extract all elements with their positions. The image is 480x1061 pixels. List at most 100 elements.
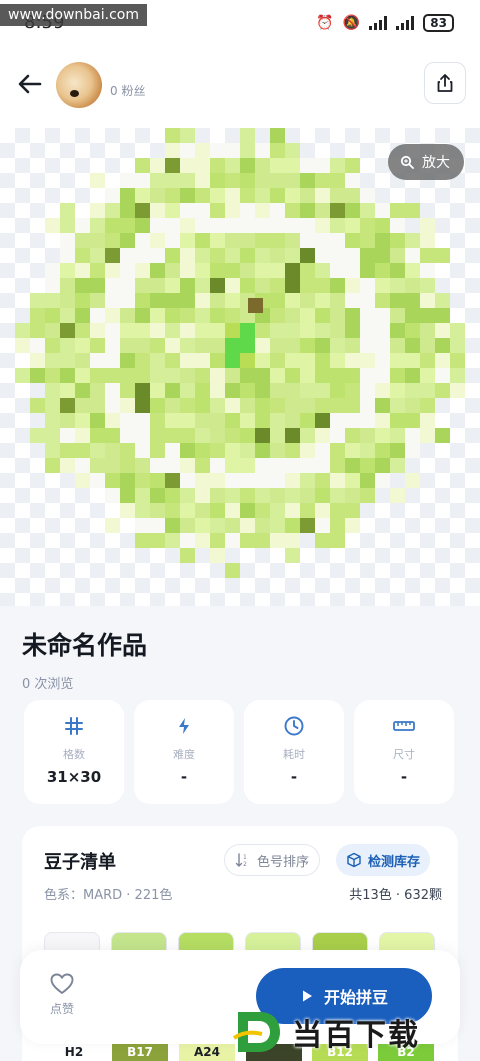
pixel-bead [195, 323, 210, 338]
pixel-bead [270, 443, 285, 458]
pixel-bead [285, 278, 300, 293]
pixel-bead [180, 128, 195, 143]
zoom-button[interactable]: 放大 [388, 144, 464, 180]
pixel-bead [240, 173, 255, 188]
pixel-bead [300, 308, 315, 323]
pixel-bead [180, 278, 195, 293]
pixel-bead [45, 383, 60, 398]
pixel-bead [270, 173, 285, 188]
pixel-bead [405, 233, 420, 248]
pixel-bead [390, 413, 405, 428]
pixel-bead [120, 248, 135, 263]
pixel-bead [360, 428, 375, 443]
pixel-bead [255, 518, 270, 533]
pixel-bead [390, 293, 405, 308]
pixel-bead [315, 263, 330, 278]
pixel-bead [375, 458, 390, 473]
pixel-bead [315, 458, 330, 473]
pixel-bead [450, 323, 465, 338]
site-watermark: www.downbai.com [0, 4, 147, 26]
pixel-bead [150, 368, 165, 383]
pixel-bead [135, 233, 150, 248]
pixel-bead [255, 398, 270, 413]
pixel-bead [405, 383, 420, 398]
stat-label: 耗时 [283, 748, 305, 761]
pixel-bead [105, 368, 120, 383]
pixel-bead [165, 533, 180, 548]
pixel-bead [360, 233, 375, 248]
pixel-bead [330, 248, 345, 263]
pixel-bead [180, 188, 195, 203]
pixel-bead [300, 473, 315, 488]
stat-label: 难度 [173, 748, 195, 761]
pixel-bead [135, 263, 150, 278]
pixel-bead [345, 383, 360, 398]
pixel-bead [330, 428, 345, 443]
back-button[interactable] [14, 68, 46, 100]
pixel-bead [345, 338, 360, 353]
pixel-bead [390, 278, 405, 293]
pixel-bead [90, 368, 105, 383]
pixel-bead [45, 338, 60, 353]
pixel-bead [180, 533, 195, 548]
pixel-bead [270, 323, 285, 338]
pixel-bead [285, 323, 300, 338]
pixel-bead [345, 173, 360, 188]
pixel-bead [300, 203, 315, 218]
pixel-bead [285, 338, 300, 353]
pixel-bead [135, 173, 150, 188]
pixel-bead [300, 383, 315, 398]
pixel-bead [345, 293, 360, 308]
pixel-bead [165, 188, 180, 203]
like-button[interactable]: 点赞 [42, 972, 82, 1017]
pixel-bead [300, 443, 315, 458]
pixel-bead [105, 188, 120, 203]
pixel-bead [120, 443, 135, 458]
pixel-bead [180, 203, 195, 218]
avatar[interactable] [56, 62, 102, 108]
pixel-bead [240, 203, 255, 218]
pixel-bead [60, 383, 75, 398]
pixel-bead [90, 383, 105, 398]
pixel-bead [345, 323, 360, 338]
pixel-bead [315, 518, 330, 533]
share-button[interactable] [424, 62, 466, 104]
pixel-bead [210, 458, 225, 473]
pixel-bead [225, 173, 240, 188]
pixel-bead [165, 233, 180, 248]
pixel-bead [300, 368, 315, 383]
pixel-bead [135, 278, 150, 293]
pattern-canvas[interactable]: 放大 [0, 128, 480, 606]
pixel-bead [210, 503, 225, 518]
pixel-bead [255, 323, 270, 338]
pixel-bead [210, 518, 225, 533]
pixel-bead [120, 458, 135, 473]
pixel-bead [180, 338, 195, 353]
pixel-bead [45, 293, 60, 308]
pixel-bead [270, 413, 285, 428]
pixel-bead [165, 503, 180, 518]
pixel-bead [15, 338, 30, 353]
pixel-bead [240, 248, 255, 263]
check-inventory-button[interactable]: 检测库存 [336, 844, 431, 876]
pixel-bead [60, 353, 75, 368]
pixel-bead [285, 548, 300, 563]
sort-by-code-button[interactable]: 1 2 色号排序 [224, 844, 321, 876]
pixel-bead [345, 488, 360, 503]
pixel-bead [225, 398, 240, 413]
pixel-bead [195, 293, 210, 308]
pixel-bead [195, 278, 210, 293]
pixel-bead [240, 188, 255, 203]
pixel-bead [315, 413, 330, 428]
pixel-bead [150, 173, 165, 188]
pixel-bead [150, 218, 165, 233]
pixel-bead [135, 218, 150, 233]
pixel-bead [285, 188, 300, 203]
pixel-bead [105, 413, 120, 428]
pixel-bead [135, 413, 150, 428]
pixel-bead [345, 248, 360, 263]
status-icons: ⏰ 🔕 83 [316, 14, 454, 32]
pixel-bead [375, 368, 390, 383]
pixel-bead [285, 158, 300, 173]
pixel-bead [270, 233, 285, 248]
